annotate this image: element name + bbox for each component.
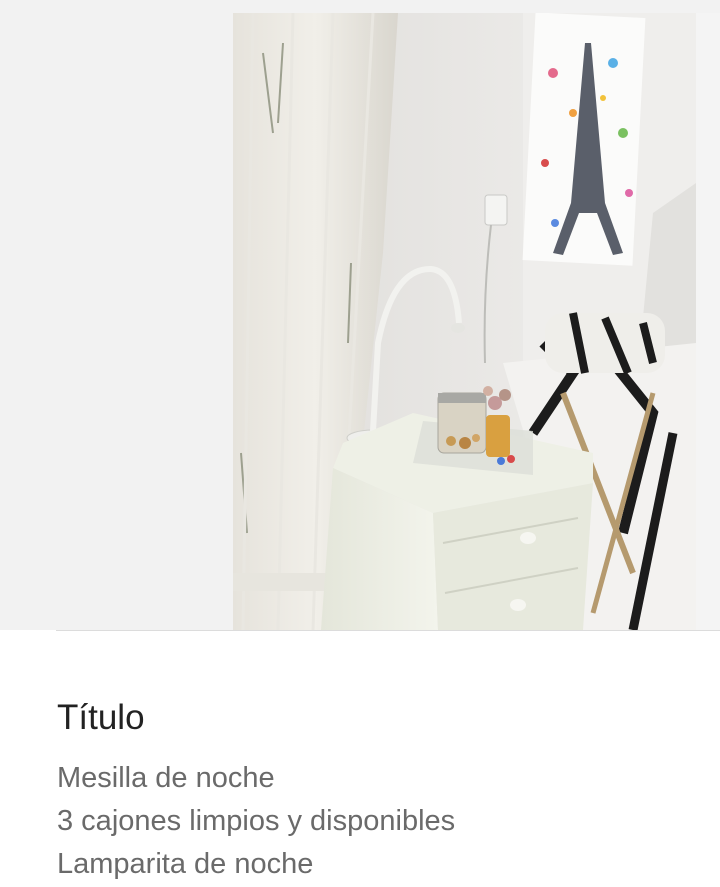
bedroom-photo-illustration bbox=[233, 13, 696, 630]
section-title: Título bbox=[57, 698, 145, 737]
listing-page: Título Mesilla de noche 3 cajones limpio… bbox=[0, 0, 720, 887]
next-photo-edge[interactable] bbox=[696, 13, 720, 630]
description-list: Mesilla de noche 3 cajones limpios y dis… bbox=[57, 757, 455, 886]
photo-gallery[interactable] bbox=[0, 0, 720, 630]
eiffel-poster bbox=[522, 13, 646, 266]
section-divider bbox=[56, 630, 720, 631]
description-line: Lamparita de noche bbox=[57, 848, 314, 880]
description-line: 3 cajones limpios y disponibles bbox=[57, 805, 456, 837]
listing-photo[interactable] bbox=[233, 13, 696, 630]
description-line: Mesilla de noche bbox=[57, 762, 275, 794]
